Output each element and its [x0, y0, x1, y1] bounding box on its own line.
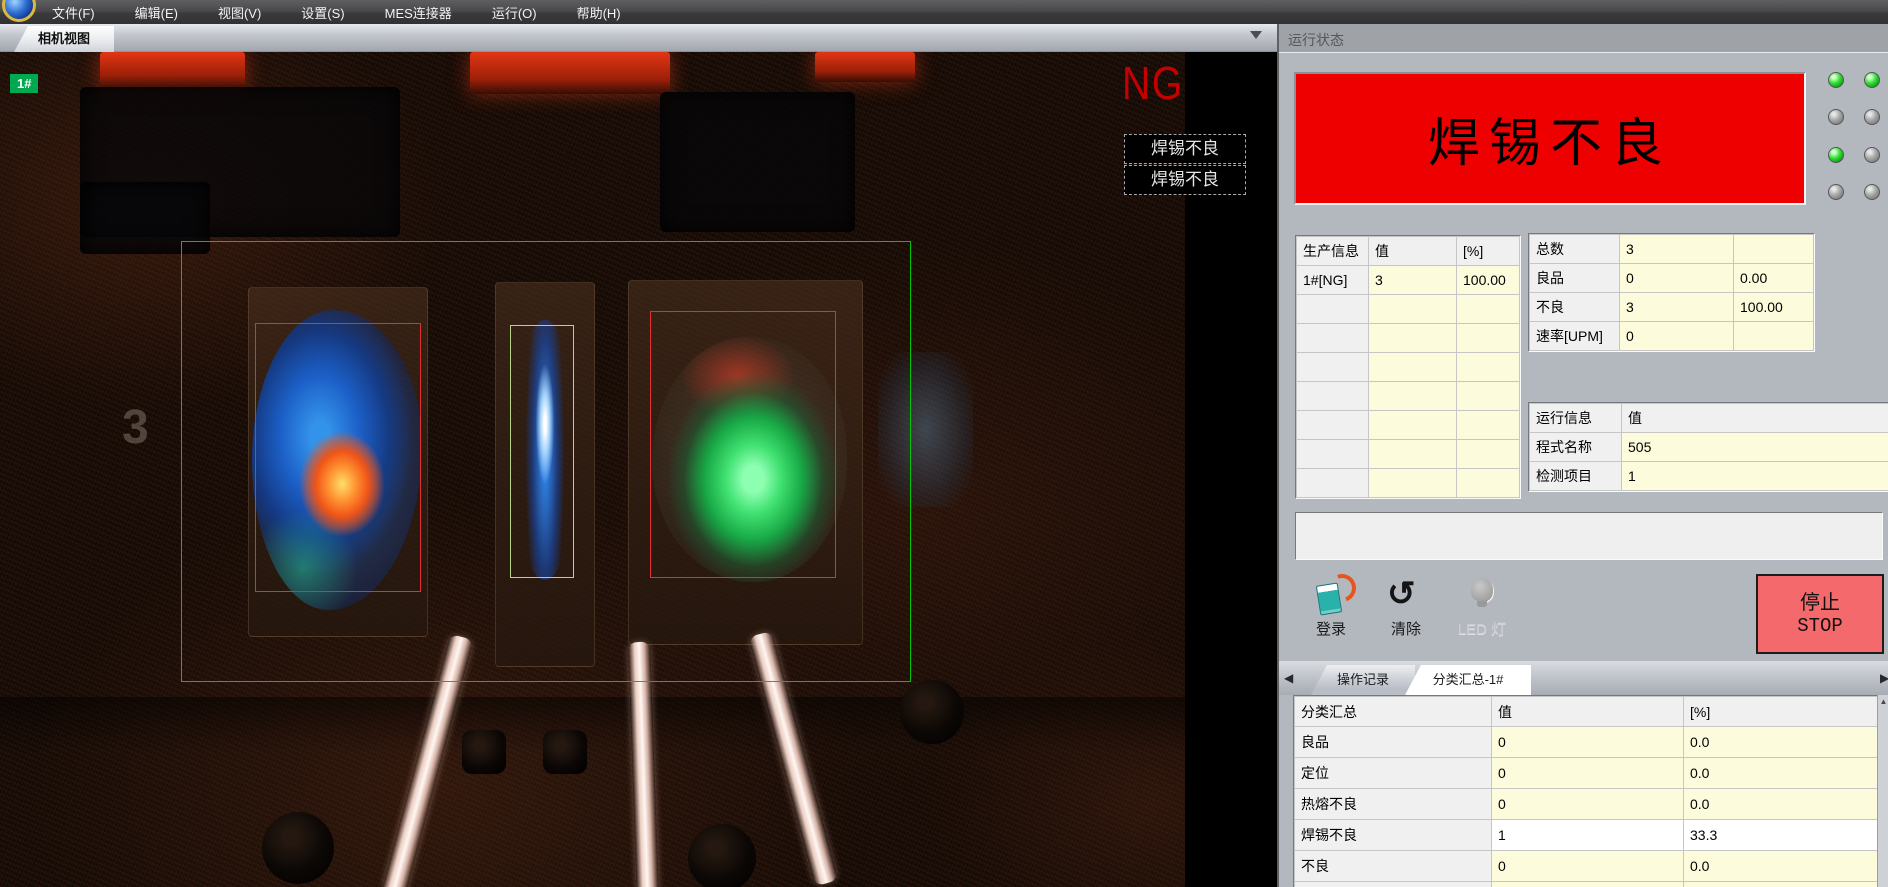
- roi-right-rect: [650, 311, 836, 578]
- menu-item-mes-connector[interactable]: MES连接器: [385, 3, 452, 22]
- table-row: [1297, 324, 1520, 353]
- table-row-highlighted: 焊锡不良 1 33.3: [1295, 820, 1879, 851]
- table-row: 不良 0 0.0: [1295, 851, 1879, 882]
- chevron-down-icon[interactable]: [1250, 31, 1262, 39]
- summary-scrollbar[interactable]: ▲: [1877, 695, 1888, 887]
- led-light-button[interactable]: LED 灯: [1447, 574, 1517, 636]
- table-row: 热熔不良 0 0.0: [1295, 789, 1879, 820]
- run-status-panel: 运行状态 焊锡不良 生产信息 值 [%] 1#[NG] 3 100.00: [1279, 24, 1888, 887]
- table-row: 总数 3: [1530, 235, 1814, 264]
- status-led: [1828, 109, 1844, 125]
- menu-item-settings[interactable]: 设置(S): [301, 3, 344, 22]
- stop-button-label-cn: 停止: [1800, 591, 1840, 615]
- menu-item-edit[interactable]: 编辑(E): [135, 3, 178, 22]
- menu-bar: 文件(F) 编辑(E) 视图(V) 设置(S) MES连接器 运行(O) 帮助(…: [0, 0, 1888, 24]
- status-led: [1864, 147, 1880, 163]
- menu-item-view[interactable]: 视图(V): [218, 3, 261, 22]
- status-led: [1828, 147, 1844, 163]
- result-banner-text: 焊锡不良: [1428, 101, 1672, 176]
- groupbox-title: 运行状态: [1288, 30, 1344, 50]
- id-badge-icon: [1316, 576, 1348, 616]
- led-light-button-label: LED 灯: [1447, 618, 1517, 639]
- status-led: [1864, 72, 1880, 88]
- login-button-label: 登录: [1296, 618, 1366, 639]
- table-header-row: 运行信息 值: [1530, 404, 1888, 433]
- hole: [262, 812, 334, 884]
- etched-digit: 3: [122, 400, 149, 455]
- component-seam: [0, 697, 1185, 752]
- production-table: 生产信息 值 [%] 1#[NG] 3 100.00: [1296, 236, 1520, 498]
- camera-tab-strip: 相机视图: [0, 24, 1277, 52]
- menu-item-run[interactable]: 运行(O): [492, 3, 537, 22]
- bottom-tab-strip: ◀ 操作记录 分类汇总-1# ▶: [1279, 661, 1888, 695]
- table-row: 良品 0 0.00: [1530, 264, 1814, 293]
- stop-button-label-en: STOP: [1797, 615, 1843, 637]
- table-row: 不良 3 100.00: [1530, 293, 1814, 322]
- result-banner: 焊锡不良: [1294, 72, 1806, 205]
- table-row: 1#[NG] 3 100.00: [1297, 266, 1520, 295]
- app-logo-icon: [2, 0, 36, 22]
- tab-scroll-right-icon[interactable]: ▶: [1880, 671, 1888, 685]
- totals-table: 总数 3 良品 0 0.00 不良 3 100.00 速率[UPM] 0: [1529, 234, 1814, 351]
- light-bulb-icon: [1471, 578, 1493, 604]
- status-led: [1828, 184, 1844, 200]
- tab-camera-view[interactable]: 相机视图: [14, 26, 114, 52]
- hole: [543, 730, 587, 774]
- table-row: [1297, 353, 1520, 382]
- roi-left-rect: [255, 323, 421, 592]
- defect-label: 焊锡不良: [1124, 165, 1246, 195]
- table-row: [1297, 295, 1520, 324]
- login-button[interactable]: 登录: [1296, 574, 1366, 636]
- camera-image: 3 1# NG 焊锡不良 焊锡不良: [0, 52, 1277, 887]
- component-shadow: [660, 92, 855, 232]
- hole: [900, 680, 964, 744]
- tab-operation-log[interactable]: 操作记录: [1311, 665, 1415, 695]
- table-header-row: 分类汇总 值 [%]: [1295, 697, 1879, 727]
- table-row: 定位 0 0.0: [1295, 758, 1879, 789]
- summary-table: 分类汇总 值 [%] 良品 0 0.0 定位 0 0.0 热熔不良 0 0.0 …: [1294, 696, 1879, 887]
- groupbox-titlebar: 运行状态: [1279, 24, 1888, 53]
- hole: [688, 824, 756, 887]
- table-row: 良品 0 0.0: [1295, 727, 1879, 758]
- table-row: [1297, 382, 1520, 411]
- table-header-row: 生产信息 值 [%]: [1297, 237, 1520, 266]
- roi-middle-rect: [510, 325, 574, 578]
- table-row: [1297, 469, 1520, 498]
- table-row: 速率[UPM] 0: [1530, 322, 1814, 351]
- glow-strip: [470, 52, 670, 94]
- table-row: [1295, 882, 1879, 887]
- stop-button[interactable]: 停止 STOP: [1756, 574, 1884, 654]
- station-badge: 1#: [10, 74, 38, 93]
- clear-button-label: 清除: [1371, 618, 1441, 639]
- table-row: [1297, 411, 1520, 440]
- status-led: [1864, 109, 1880, 125]
- tab-category-summary[interactable]: 分类汇总-1#: [1405, 665, 1531, 695]
- status-led: [1864, 184, 1880, 200]
- tab-scroll-left-icon[interactable]: ◀: [1284, 671, 1293, 685]
- refresh-arrow-icon: ↺: [1387, 574, 1416, 614]
- glow-strip: [100, 52, 245, 88]
- menu-item-help[interactable]: 帮助(H): [577, 3, 621, 22]
- glow-strip: [815, 52, 915, 82]
- table-row: 程式名称 505: [1530, 433, 1888, 462]
- message-box: [1295, 512, 1883, 560]
- defect-label: 焊锡不良: [1124, 134, 1246, 164]
- result-text: NG: [1122, 60, 1184, 106]
- scroll-up-icon[interactable]: ▲: [1878, 695, 1888, 709]
- status-led: [1828, 72, 1844, 88]
- run-info-table: 运行信息 值 程式名称 505 检测项目 1: [1529, 403, 1888, 491]
- hole: [462, 730, 506, 774]
- table-row: 检测项目 1: [1530, 462, 1888, 491]
- clear-button[interactable]: ↺ 清除: [1371, 574, 1441, 636]
- table-row: [1297, 440, 1520, 469]
- menu-item-file[interactable]: 文件(F): [52, 3, 95, 22]
